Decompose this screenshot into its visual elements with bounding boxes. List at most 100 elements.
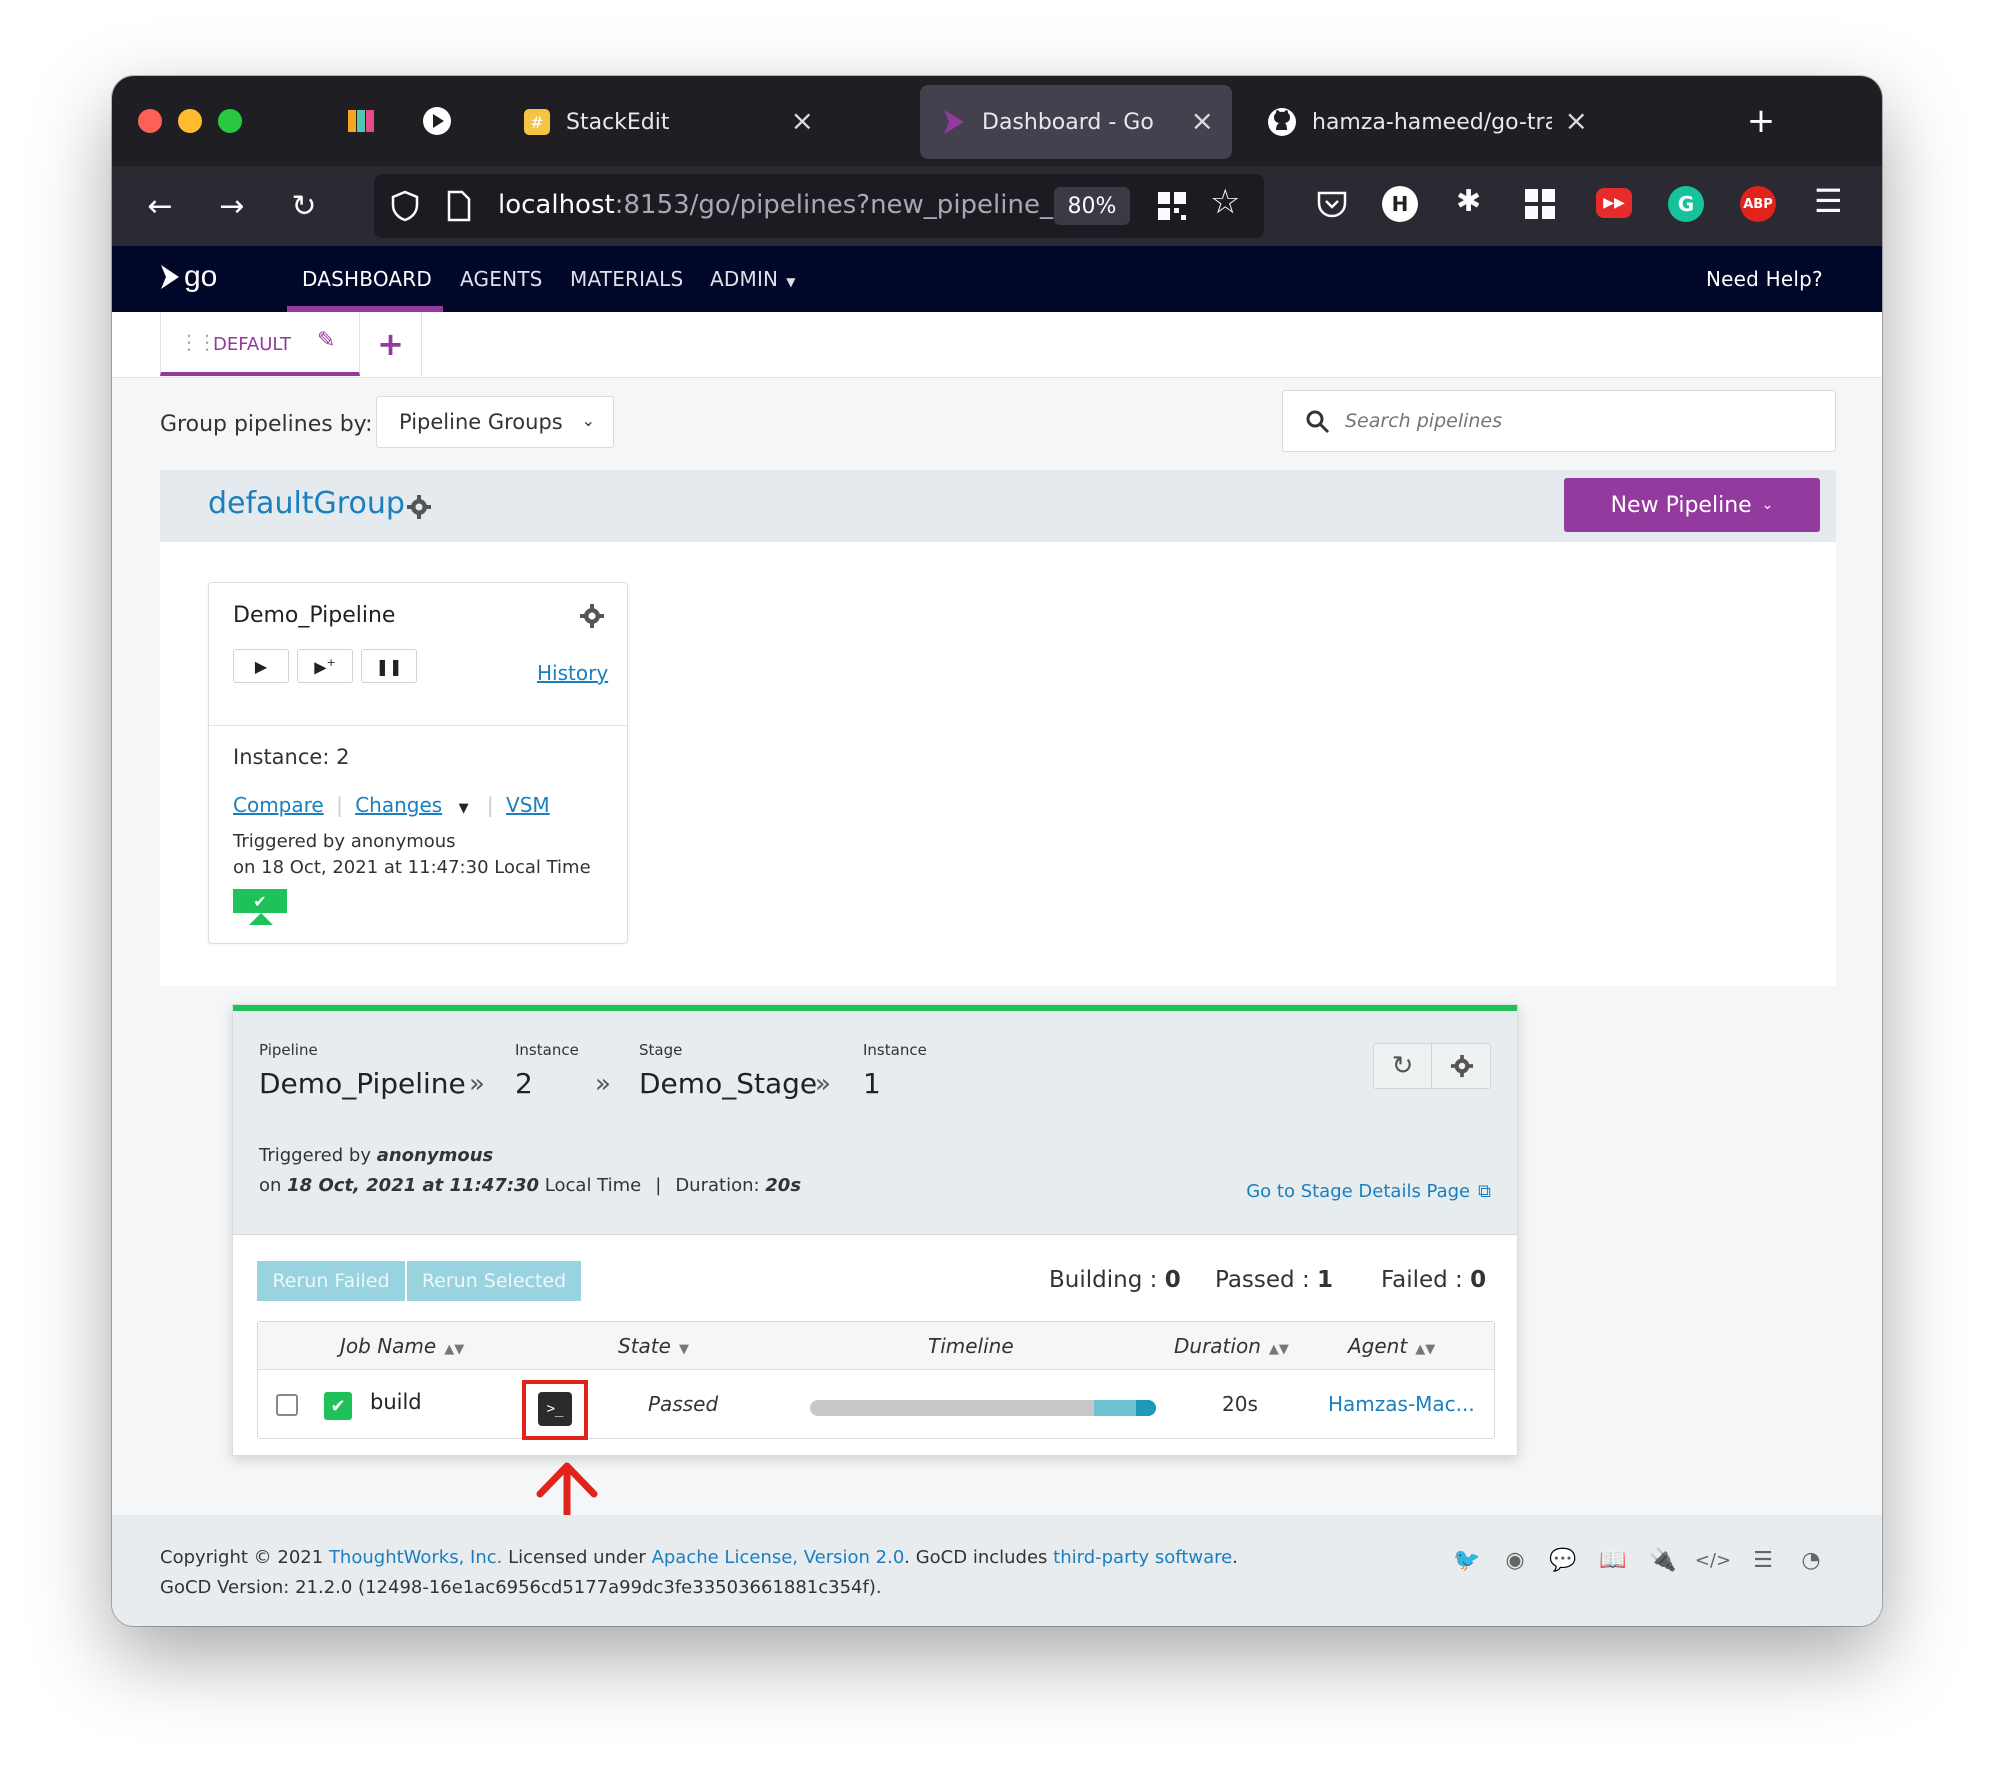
group-by-label: Group pipelines by: (160, 412, 373, 437)
close-tab-icon[interactable]: × (1565, 107, 1588, 135)
changes-link[interactable]: Changes (355, 793, 442, 817)
search-icon (1306, 410, 1330, 434)
drag-handle-icon[interactable]: ⋮⋮ (179, 330, 217, 354)
url-host: localhost (498, 190, 615, 220)
job-name[interactable]: build (370, 1390, 422, 1414)
pocket-icon[interactable] (1314, 186, 1350, 222)
search-box[interactable] (1282, 390, 1836, 452)
extension-label: ABP (1743, 196, 1773, 212)
nav-agents[interactable]: AGENTS (460, 267, 543, 291)
honey-extension-icon[interactable]: H (1382, 186, 1418, 222)
nav-admin[interactable]: ADMIN ▼ (710, 267, 796, 291)
rss-icon[interactable]: ◔ (1796, 1545, 1826, 1575)
gear-icon[interactable] (579, 603, 605, 629)
github-icon (1268, 108, 1296, 136)
tab-dashboard-go[interactable]: Dashboard - Go × (920, 85, 1232, 159)
job-select-checkbox[interactable] (276, 1394, 298, 1416)
compare-link[interactable]: Compare (233, 793, 324, 817)
maximize-window-button[interactable] (218, 109, 242, 133)
book-icon[interactable]: 📖 (1598, 1545, 1628, 1575)
pinned-tab-miro[interactable] (342, 102, 380, 140)
triggered-by: Triggered by anonymous (233, 831, 456, 852)
trigger-pipeline-button[interactable]: ▶ (233, 649, 289, 683)
chat-bubble-icon[interactable]: 💬 (1548, 1545, 1578, 1575)
stage-passed-indicator[interactable]: ✔ (233, 889, 287, 913)
hamburger-menu-icon[interactable]: ☰ (1814, 182, 1843, 220)
popup-arrow (249, 913, 273, 925)
job-passed-check-icon: ✔ (324, 1392, 352, 1420)
zoom-level-badge[interactable]: 80% (1054, 187, 1130, 225)
bookmark-star-icon[interactable]: ☆ (1210, 182, 1240, 222)
group-by-select[interactable]: Pipeline Groups ⌄ (376, 396, 614, 448)
failed-count: Failed : 0 (1381, 1267, 1487, 1293)
rerun-stage-icon[interactable]: ↻ (1374, 1044, 1432, 1088)
trigger-with-options-button[interactable]: ▶+ (297, 649, 353, 683)
apache-license-link[interactable]: Apache License, Version 2.0 (652, 1547, 905, 1568)
terminal-console-icon[interactable]: >_ (538, 1392, 572, 1426)
column-timeline: Timeline (928, 1334, 1014, 1358)
column-agent[interactable]: Agent ▲▼ (1348, 1334, 1435, 1358)
twitter-icon[interactable]: 🐦 (1452, 1545, 1482, 1575)
close-tab-icon[interactable]: × (791, 107, 814, 135)
pipeline-instance-label: Instance (515, 1041, 579, 1059)
rerun-failed-button[interactable]: Rerun Failed (257, 1261, 405, 1301)
reload-icon[interactable]: ↻ (282, 184, 326, 228)
thoughtworks-link[interactable]: ThoughtWorks, Inc. (329, 1547, 502, 1568)
gocd-logo[interactable]: go (158, 260, 217, 294)
edit-pencil-icon[interactable]: ✎ (317, 328, 335, 353)
new-tab-plus-icon[interactable]: + (1742, 101, 1780, 141)
column-state[interactable]: State ▼ (618, 1334, 689, 1358)
history-link[interactable]: History (537, 661, 608, 685)
nav-materials[interactable]: MATERIALS (570, 267, 683, 291)
job-agent-link[interactable]: Hamzas-Mac... (1328, 1392, 1475, 1416)
tab-stackedit[interactable]: # StackEdit × (522, 85, 832, 159)
group-name-link[interactable]: defaultGroup (208, 486, 405, 521)
caret-down-icon[interactable]: ▼ (459, 801, 469, 816)
close-tab-icon[interactable]: × (1191, 107, 1214, 135)
column-job-name[interactable]: Job Name ▲▼ (340, 1334, 464, 1358)
forward-arrow-icon[interactable]: → (210, 184, 254, 228)
chevron-right-icon: » (815, 1069, 831, 1099)
minimize-window-button[interactable] (178, 109, 202, 133)
back-arrow-icon[interactable]: ← (138, 184, 182, 228)
new-pipeline-button[interactable]: New Pipeline ⌄ (1564, 478, 1820, 532)
paw-extension-icon[interactable]: ✱ (1456, 184, 1481, 219)
close-window-button[interactable] (138, 109, 162, 133)
building-count: Building : 0 (1049, 1267, 1181, 1293)
vsm-link[interactable]: VSM (506, 793, 550, 817)
rerun-selected-button[interactable]: Rerun Selected (407, 1261, 581, 1301)
address-bar[interactable]: localhost:8153/go/pipelines?new_pipeline… (374, 174, 1264, 238)
divider (209, 725, 627, 726)
server-icon[interactable]: ☰ (1748, 1545, 1778, 1575)
add-tab-plus-icon[interactable]: + (360, 312, 422, 376)
stage-label: Stage (639, 1041, 683, 1059)
nav-dashboard[interactable]: DASHBOARD (302, 267, 432, 291)
pause-pipeline-button[interactable]: ❚❚ (361, 649, 417, 683)
gocd-logo-icon (161, 265, 179, 289)
tab-github[interactable]: hamza-hameed/go-training × (1248, 85, 1588, 159)
tab-default[interactable]: ⋮⋮ DEFAULT ✎ (160, 312, 360, 376)
third-party-link[interactable]: third-party software (1053, 1547, 1232, 1568)
pipeline-name[interactable]: Demo_Pipeline (233, 603, 395, 628)
plugin-icon[interactable]: 🔌 (1648, 1545, 1678, 1575)
jobs-table-header: Job Name ▲▼ State ▼ Timeline Duration ▲▼ Ag… (258, 1322, 1494, 1370)
gear-icon[interactable] (406, 494, 432, 520)
adblock-plus-icon[interactable]: ABP (1740, 186, 1776, 222)
page-icon (447, 190, 471, 222)
chevron-down-icon: ⌄ (1761, 497, 1774, 513)
youtube-extension-icon[interactable]: ▶▶ (1596, 188, 1632, 218)
column-duration[interactable]: Duration ▲▼ (1174, 1334, 1289, 1358)
qr-code-icon[interactable] (1156, 190, 1188, 222)
stage-settings-button[interactable] (1433, 1044, 1491, 1088)
need-help-link[interactable]: Need Help? (1706, 267, 1823, 291)
stage-details-popup: Pipeline Instance Stage Instance Demo_Pi… (232, 1004, 1518, 1456)
search-input[interactable] (1345, 403, 1815, 439)
stage-details-link[interactable]: Go to Stage Details Page ⧉ (1246, 1181, 1491, 1202)
instance-label: Instance: 2 (233, 745, 350, 769)
pinned-tab-go[interactable] (418, 102, 456, 140)
external-link-icon: ⧉ (1478, 1181, 1491, 1202)
github-icon[interactable]: ◉ (1500, 1545, 1530, 1575)
code-icon[interactable]: </> (1695, 1545, 1731, 1575)
grid-extension-icon[interactable] (1522, 186, 1558, 222)
grammarly-icon[interactable]: G (1668, 186, 1704, 222)
